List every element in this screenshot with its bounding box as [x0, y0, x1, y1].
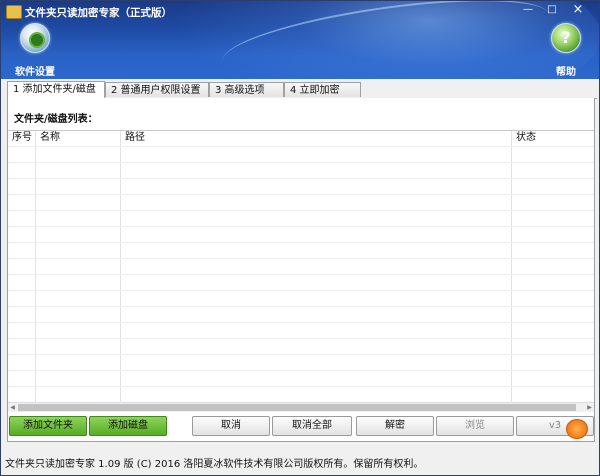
tab-encrypt-now[interactable]: 4 立即加密 [284, 82, 361, 97]
column-header-status[interactable]: 状态 [512, 131, 586, 145]
empty-row-line [8, 194, 594, 195]
scroll-thumb[interactable] [18, 404, 576, 411]
gear-icon [20, 23, 50, 53]
title-bar[interactable]: 文件夹只读加密专家（正式版） — □ × [1, 1, 599, 23]
tab-advanced-options[interactable]: 3 高级选项 [209, 82, 284, 97]
empty-row-line [8, 290, 594, 291]
site-logo-icon [566, 419, 588, 439]
status-bar-text: 文件夹只读加密专家 1.09 版 (C) 2016 洛阳夏冰软件技术有限公司版权… [5, 459, 424, 470]
empty-row-line [8, 146, 594, 147]
empty-row-line [8, 322, 594, 323]
empty-row-line [8, 178, 594, 179]
column-divider [120, 131, 121, 403]
empty-row-line [8, 226, 594, 227]
empty-row-line [8, 210, 594, 211]
header-banner: 文件夹只读加密专家（正式版） — □ × 软件设置 ? 帮助 [1, 1, 599, 79]
tab-bar: 1 添加文件夹/磁盘 2 普通用户权限设置 3 高级选项 4 立即加密 [7, 81, 597, 99]
close-button[interactable]: × [567, 3, 589, 17]
help-icon: ? [551, 23, 581, 53]
empty-row-line [8, 338, 594, 339]
scroll-left-icon[interactable]: ◀ [8, 403, 17, 412]
empty-row-line [8, 370, 594, 371]
browse-button[interactable]: 浏览 [436, 416, 514, 436]
minimize-button[interactable]: — [517, 3, 539, 17]
help-button[interactable]: ? 帮助 [538, 23, 594, 78]
column-header-path[interactable]: 路径 [121, 131, 505, 145]
decrypt-button[interactable]: 解密 [356, 416, 434, 436]
maximize-button[interactable]: □ [541, 3, 563, 17]
horizontal-scrollbar[interactable]: ◀ ▶ [8, 402, 594, 412]
column-header-name[interactable]: 名称 [36, 131, 120, 145]
tab-panel: 文件夹/磁盘列表： 序号 名称 路径 状态 ◀ ▶ 添加文件夹 添加磁盘 取消 … [7, 98, 595, 442]
folder-list-table[interactable]: 序号 名称 路径 状态 [8, 130, 594, 403]
settings-label: 软件设置 [15, 67, 55, 78]
empty-row-line [8, 386, 594, 387]
help-label: 帮助 [556, 67, 576, 78]
empty-row-line [8, 306, 594, 307]
app-window: 文件夹只读加密专家（正式版） — □ × 软件设置 ? 帮助 1 添加文件夹/磁… [0, 0, 600, 476]
scroll-right-icon[interactable]: ▶ [585, 403, 594, 412]
add-disk-button[interactable]: 添加磁盘 [89, 416, 167, 436]
cancel-button[interactable]: 取消 [192, 416, 270, 436]
empty-row-line [8, 162, 594, 163]
folder-icon [6, 5, 22, 19]
empty-row-line [8, 242, 594, 243]
empty-row-line [8, 274, 594, 275]
tab-user-permissions[interactable]: 2 普通用户权限设置 [105, 82, 209, 97]
cancel-all-button[interactable]: 取消全部 [272, 416, 352, 436]
empty-row-line [8, 258, 594, 259]
settings-button[interactable]: 软件设置 [7, 23, 63, 78]
column-divider [35, 131, 36, 403]
empty-row-line [8, 354, 594, 355]
list-title: 文件夹/磁盘列表： [14, 114, 98, 125]
window-title: 文件夹只读加密专家（正式版） [25, 7, 172, 19]
tab-add-folder-disk[interactable]: 1 添加文件夹/磁盘 [7, 81, 105, 99]
add-folder-button[interactable]: 添加文件夹 [9, 416, 87, 436]
column-header-index[interactable]: 序号 [8, 131, 38, 145]
column-divider [511, 131, 512, 403]
